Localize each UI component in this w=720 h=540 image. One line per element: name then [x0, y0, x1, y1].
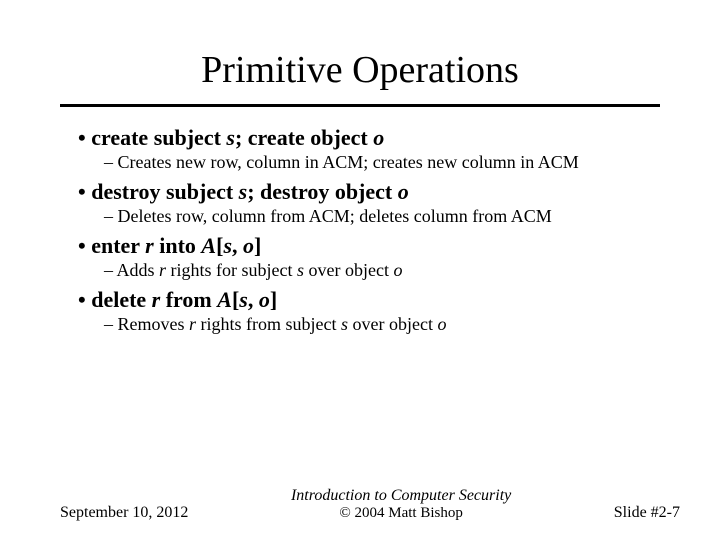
var: r	[189, 314, 196, 334]
sub-bullet-3: Adds r rights for subject s over object …	[104, 260, 660, 281]
text: Removes	[118, 314, 190, 334]
slide-title: Primitive Operations	[60, 48, 660, 92]
sub-bullet-2: Deletes row, column from ACM; deletes co…	[104, 206, 660, 227]
content: create subject s; create object o Create…	[60, 125, 660, 335]
title-rule	[60, 104, 660, 107]
text: destroy subject	[91, 179, 238, 204]
text: from	[160, 287, 217, 312]
sub-bullet-1: Creates new row, column in ACM; creates …	[104, 152, 660, 173]
bullet-3: enter r into A[s, o]	[78, 233, 660, 259]
footer-date: September 10, 2012	[60, 504, 188, 522]
footer-copyright: © 2004 Matt Bishop	[291, 505, 511, 522]
var: o	[437, 314, 446, 334]
var: s	[239, 287, 248, 312]
sub-bullet-4: Removes r rights from subject s over obj…	[104, 314, 660, 335]
text: ; destroy object	[247, 179, 398, 204]
footer-title: Introduction to Computer Security	[291, 487, 511, 505]
bullet-4: delete r from A[s, o]	[78, 287, 660, 313]
text: rights from subject	[196, 314, 341, 334]
var: o	[394, 260, 403, 280]
var: A	[201, 233, 216, 258]
footer: September 10, 2012 Introduction to Compu…	[0, 487, 720, 522]
var: s	[341, 314, 348, 334]
var: o	[259, 287, 270, 312]
var: r	[145, 233, 154, 258]
text: delete	[91, 287, 151, 312]
text: ; create object	[235, 125, 373, 150]
var: s	[223, 233, 232, 258]
var: r	[159, 260, 166, 280]
var: s	[239, 179, 248, 204]
text: over object	[348, 314, 437, 334]
var: o	[243, 233, 254, 258]
text: rights for subject	[166, 260, 297, 280]
text: Adds	[117, 260, 160, 280]
text: ]	[254, 233, 261, 258]
bullet-2: destroy subject s; destroy object o	[78, 179, 660, 205]
footer-slide-number: Slide #2-7	[614, 504, 680, 522]
text: over object	[304, 260, 393, 280]
text: ]	[270, 287, 277, 312]
var: s	[226, 125, 235, 150]
bullet-1: create subject s; create object o	[78, 125, 660, 151]
var: o	[373, 125, 384, 150]
text: enter	[91, 233, 145, 258]
slide: Primitive Operations create subject s; c…	[0, 0, 720, 540]
var: s	[297, 260, 304, 280]
text: ,	[232, 233, 243, 258]
text: create subject	[91, 125, 226, 150]
text: ,	[248, 287, 259, 312]
footer-center: Introduction to Computer Security © 2004…	[291, 487, 511, 522]
var: A	[217, 287, 232, 312]
var: o	[398, 179, 409, 204]
text: into	[154, 233, 202, 258]
var: r	[152, 287, 161, 312]
